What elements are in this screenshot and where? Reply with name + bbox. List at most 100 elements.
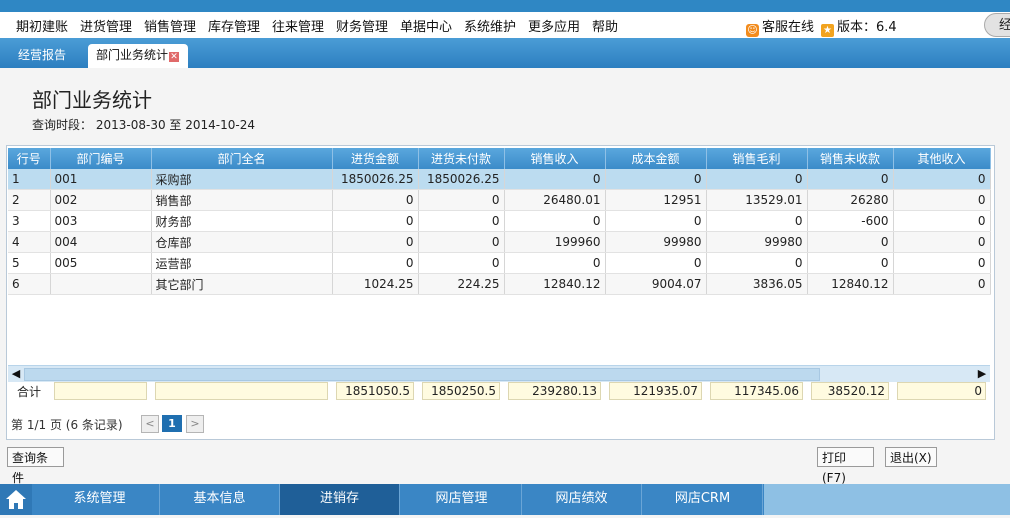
- menu-more-apps[interactable]: 更多应用: [528, 16, 580, 35]
- col-header[interactable]: 进货未付款: [418, 148, 505, 169]
- nav-purchase-sales-inventory[interactable]: 进销存: [280, 484, 400, 515]
- pager-info: 第 1/1 页 (6 条记录): [11, 418, 123, 432]
- table-row[interactable]: 1 001 采购部 1850026.25 1850026.25 0 0 0 0 …: [8, 169, 991, 190]
- row-number: 6: [8, 273, 51, 295]
- nav-online-store-crm[interactable]: 网店CRM: [643, 484, 763, 515]
- col-header[interactable]: 其他收入: [893, 148, 991, 169]
- col-header[interactable]: 销售毛利: [706, 148, 808, 169]
- table-row[interactable]: 4 004 仓库部 0 0 199960 99980 99980 0 0: [8, 231, 991, 253]
- purchase-amount: 1850026.25: [332, 169, 419, 190]
- sales-unreceived: 0: [807, 252, 894, 274]
- gross-profit: 3836.05: [706, 273, 808, 295]
- tab-department-stats[interactable]: 部门业务统计 ✕: [88, 44, 188, 68]
- nav-online-store-performance[interactable]: 网店绩效: [522, 484, 642, 515]
- prev-page-button[interactable]: <: [141, 415, 159, 433]
- menu-initial-setup[interactable]: 期初建账: [16, 16, 68, 35]
- triangle-right-icon[interactable]: ▶: [975, 367, 989, 381]
- sales-unreceived: 0: [807, 169, 894, 190]
- col-header[interactable]: 进货金额: [332, 148, 419, 169]
- period-to: 至: [169, 118, 182, 132]
- col-header[interactable]: 部门全名: [151, 148, 333, 169]
- close-icon[interactable]: ✕: [169, 52, 180, 62]
- next-page-button[interactable]: >: [186, 415, 204, 433]
- support-label: 客服在线: [762, 20, 815, 35]
- table-row[interactable]: 6 其它部门 1024.25 224.25 12840.12 9004.07 3…: [8, 273, 991, 295]
- col-header[interactable]: 部门编号: [50, 148, 152, 169]
- totals-row: 合计 1851050.5 1850250.5 239280.13 121935.…: [8, 382, 990, 400]
- nav-basic-info[interactable]: 基本信息: [160, 484, 280, 515]
- menu-system[interactable]: 系统维护: [464, 16, 516, 35]
- cost-amount: 0: [605, 169, 707, 190]
- other-income: 0: [893, 273, 991, 295]
- nav-online-store-management[interactable]: 网店管理: [402, 484, 522, 515]
- period-end: 2014-10-24: [185, 118, 256, 132]
- row-number: 3: [8, 210, 51, 232]
- gross-profit: 99980: [706, 231, 808, 253]
- purchase-amount: 0: [332, 231, 419, 253]
- dept-code: 002: [50, 189, 152, 211]
- sales-revenue: 0: [504, 210, 606, 232]
- print-button[interactable]: 打印(F7): [817, 447, 874, 485]
- star-icon: ★: [821, 24, 834, 37]
- dept-name: 财务部: [151, 210, 333, 232]
- period-start: 2013-08-30: [95, 118, 166, 132]
- tab-bar: 经营报告 部门业务统计 ✕: [0, 38, 1010, 68]
- gross-profit: 13529.01: [706, 189, 808, 211]
- top-strip: [0, 0, 1010, 12]
- total-dept-name: [155, 382, 328, 400]
- menu-inventory[interactable]: 库存管理: [208, 16, 260, 35]
- version-label: 版本：6.4: [837, 20, 897, 35]
- menu-purchase[interactable]: 进货管理: [80, 16, 132, 35]
- online-support-link[interactable]: ☺ 客服在线: [746, 16, 814, 37]
- sales-revenue: 0: [504, 169, 606, 190]
- table-row[interactable]: 5 005 运营部 0 0 0 0 0 0 0: [8, 252, 991, 274]
- other-income: 0: [893, 231, 991, 253]
- sales-revenue: 199960: [504, 231, 606, 253]
- dept-code: [50, 273, 152, 295]
- col-header[interactable]: 成本金额: [605, 148, 707, 169]
- exit-button[interactable]: 退出(X): [885, 447, 937, 467]
- top-right-button[interactable]: 经: [984, 13, 1010, 37]
- sales-revenue: 12840.12: [504, 273, 606, 295]
- scrollbar-thumb[interactable]: [24, 368, 820, 381]
- triangle-left-icon[interactable]: ◀: [9, 367, 23, 381]
- purchase-amount: 0: [332, 252, 419, 274]
- menu-documents[interactable]: 单据中心: [400, 16, 452, 35]
- menu-sales[interactable]: 销售管理: [144, 16, 196, 35]
- query-conditions-button[interactable]: 查询条件: [7, 447, 64, 485]
- version-info: ★ 版本：6.4: [821, 16, 897, 37]
- current-page[interactable]: 1: [162, 415, 182, 432]
- home-button[interactable]: [0, 484, 32, 515]
- col-header[interactable]: 销售收入: [504, 148, 606, 169]
- table-header: 行号 部门编号 部门全名 进货金额 进货未付款 销售收入 成本金额 销售毛利 销…: [8, 148, 991, 169]
- nav-system-management[interactable]: 系统管理: [40, 484, 160, 515]
- tab-business-report[interactable]: 经营报告: [10, 44, 74, 68]
- cost-amount: 0: [605, 210, 707, 232]
- menu-accounts[interactable]: 往来管理: [272, 16, 324, 35]
- total-other-income: 0: [897, 382, 986, 400]
- purchase-amount: 1024.25: [332, 273, 419, 295]
- dept-name: 仓库部: [151, 231, 333, 253]
- sales-unreceived: 12840.12: [807, 273, 894, 295]
- sales-unreceived: 26280: [807, 189, 894, 211]
- menu-help[interactable]: 帮助: [592, 16, 618, 35]
- purchase-unpaid: 0: [418, 252, 505, 274]
- other-income: 0: [893, 252, 991, 274]
- table-row[interactable]: 2 002 销售部 0 0 26480.01 12951 13529.01 26…: [8, 189, 991, 211]
- dept-name: 其它部门: [151, 273, 333, 295]
- purchase-unpaid: 1850026.25: [418, 169, 505, 190]
- department-stats-table: 行号 部门编号 部门全名 进货金额 进货未付款 销售收入 成本金额 销售毛利 销…: [8, 148, 991, 295]
- total-gross-profit: 117345.06: [710, 382, 803, 400]
- period-label: 查询时段：: [32, 118, 93, 132]
- row-number: 5: [8, 252, 51, 274]
- total-cost-amount: 121935.07: [609, 382, 702, 400]
- sales-revenue: 26480.01: [504, 189, 606, 211]
- menu-finance[interactable]: 财务管理: [336, 16, 388, 35]
- other-income: 0: [893, 189, 991, 211]
- dept-name: 运营部: [151, 252, 333, 274]
- dept-code: 001: [50, 169, 152, 190]
- col-header[interactable]: 行号: [8, 148, 51, 169]
- col-header[interactable]: 销售未收款: [807, 148, 894, 169]
- table-row[interactable]: 3 003 财务部 0 0 0 0 0 -600 0: [8, 210, 991, 232]
- horizontal-scrollbar[interactable]: ◀ ▶: [8, 365, 990, 382]
